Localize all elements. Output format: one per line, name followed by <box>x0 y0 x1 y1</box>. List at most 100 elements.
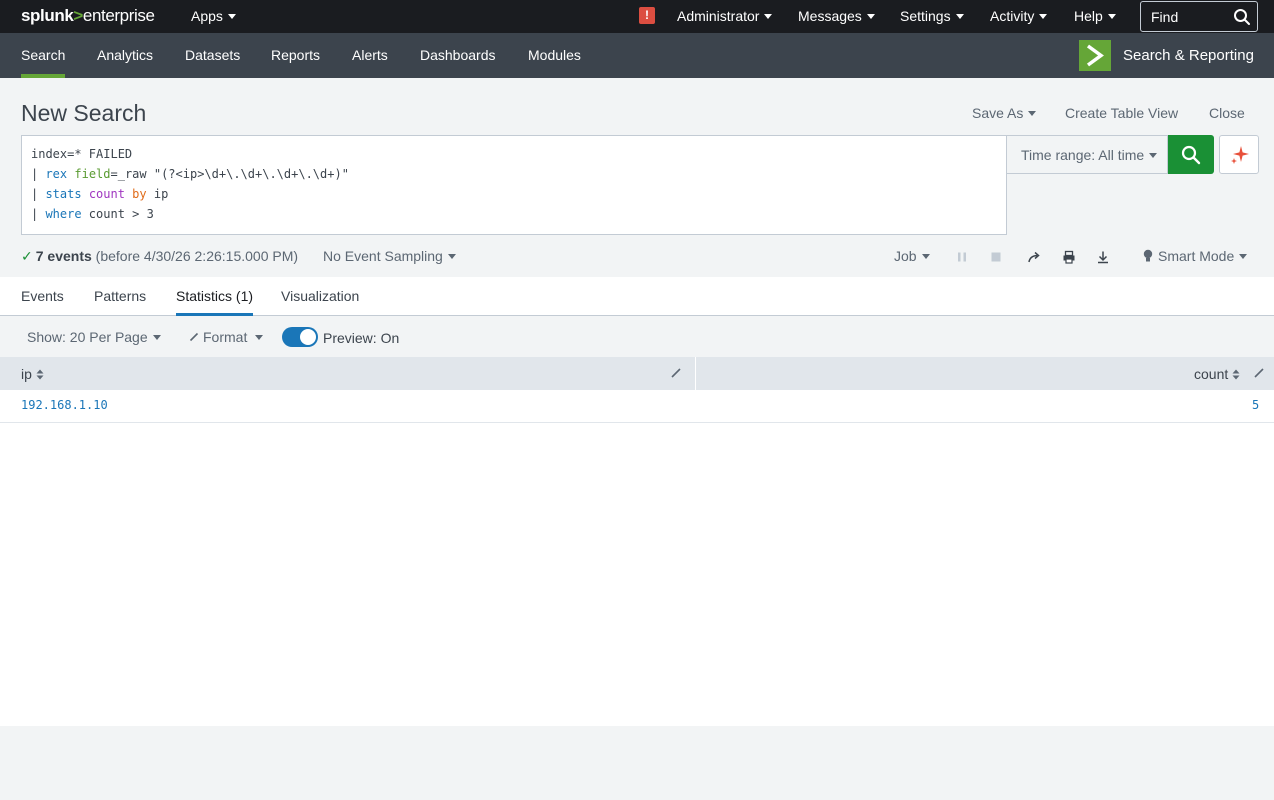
share-icon[interactable] <box>1026 249 1042 265</box>
lightbulb-icon <box>1143 249 1153 262</box>
pause-icon[interactable] <box>954 249 970 265</box>
query-command: stats <box>45 187 82 201</box>
query-line-1: index=* FAILED <box>31 147 133 161</box>
query-pipe: | <box>31 167 46 181</box>
sort-icon <box>1232 369 1240 380</box>
search-query-input[interactable]: index=* FAILED | rex field=_raw "(?<ip>\… <box>21 135 1007 235</box>
administrator-label: Administrator <box>677 8 760 24</box>
save-as-label: Save As <box>972 105 1024 121</box>
preview-toggle[interactable] <box>282 327 318 347</box>
create-table-view-button[interactable]: Create Table View <box>1065 105 1178 121</box>
cell-ip[interactable]: 192.168.1.10 <box>21 398 108 412</box>
per-page-menu[interactable]: Show: 20 Per Page <box>27 329 161 345</box>
toggle-knob <box>300 329 316 345</box>
app-logo-icon[interactable] <box>1079 40 1111 71</box>
app-nav-bar: Search Analytics Datasets Reports Alerts… <box>0 33 1274 78</box>
column-label: count <box>1194 366 1229 382</box>
nav-tab-analytics[interactable]: Analytics <box>97 47 153 63</box>
messages-menu[interactable]: Messages <box>798 8 875 24</box>
per-page-label: Show: 20 Per Page <box>27 329 148 345</box>
activity-menu[interactable]: Activity <box>990 8 1048 24</box>
caret-down-icon <box>255 335 264 340</box>
find-input[interactable]: Find <box>1140 1 1258 32</box>
app-name[interactable]: Search & Reporting <box>1123 47 1254 64</box>
job-label: Job <box>894 248 917 264</box>
apps-menu[interactable]: Apps <box>191 8 236 24</box>
event-count[interactable]: 7 events <box>36 248 92 264</box>
status-detail: (before 4/30/26 2:26:15.000 PM) <box>91 248 299 264</box>
query-line-3: | stats count by ip <box>31 185 997 205</box>
search-mode-menu[interactable]: Smart Mode <box>1142 248 1248 264</box>
help-menu[interactable]: Help <box>1074 8 1116 24</box>
query-text: ip <box>146 187 169 201</box>
pencil-icon <box>189 332 199 342</box>
nav-tab-modules[interactable]: Modules <box>528 47 581 63</box>
sparkle-icon <box>1231 146 1249 164</box>
query-function: count <box>88 187 125 201</box>
ai-assistant-button[interactable] <box>1219 135 1259 174</box>
format-label: Format <box>203 329 248 345</box>
check-icon: ✓ <box>21 248 33 264</box>
top-bar: splunk>enterprise Apps ! Administrator M… <box>0 0 1274 33</box>
caret-down-icon <box>955 14 964 19</box>
search-status: ✓ 7 events (before 4/30/26 2:26:15.000 PM… <box>21 248 298 265</box>
caret-down-icon <box>1039 14 1048 19</box>
nav-tab-reports[interactable]: Reports <box>271 47 320 63</box>
column-header-ip[interactable]: ip <box>21 366 44 382</box>
tab-patterns[interactable]: Patterns <box>94 288 146 304</box>
query-keyword: by <box>132 187 147 201</box>
results-tabs: Events Patterns Statistics (1) Visualiza… <box>0 277 1274 316</box>
event-sampling-menu[interactable]: No Event Sampling <box>323 248 456 264</box>
pencil-icon[interactable] <box>1253 367 1265 379</box>
nav-tab-alerts[interactable]: Alerts <box>352 47 388 63</box>
search-icon <box>1181 145 1201 165</box>
settings-menu[interactable]: Settings <box>900 8 964 24</box>
query-text: =_raw "(?<ip>\d+\.\d+\.\d+\.\d+)" <box>110 167 349 181</box>
search-icon[interactable] <box>1233 8 1251 26</box>
splunk-logo[interactable]: splunk>enterprise <box>21 6 155 26</box>
query-line-2: | rex field=_raw "(?<ip>\d+\.\d+\.\d+\.\… <box>31 165 997 185</box>
caret-down-icon <box>1149 153 1158 158</box>
format-menu[interactable]: Format <box>189 329 264 345</box>
time-range-picker[interactable]: Time range: All time <box>1007 135 1168 174</box>
nav-tab-dashboards[interactable]: Dashboards <box>420 47 496 63</box>
caret-down-icon <box>227 14 236 19</box>
search-mode-label: Smart Mode <box>1158 248 1235 264</box>
job-menu[interactable]: Job <box>894 248 930 264</box>
search-button[interactable] <box>1168 135 1214 174</box>
cell-count[interactable]: 5 <box>1252 398 1259 412</box>
alert-icon[interactable]: ! <box>639 7 655 24</box>
query-argument: field <box>74 167 111 181</box>
query-command: rex <box>45 167 68 181</box>
nav-tab-search[interactable]: Search <box>21 47 66 78</box>
table-header: ip count <box>0 357 1274 390</box>
logo-text: splunk <box>21 6 74 25</box>
download-icon[interactable] <box>1095 249 1111 265</box>
query-line-4: | where count > 3 <box>31 205 997 225</box>
query-text: count > 3 <box>81 207 154 221</box>
statistics-table: ip count 192.168.1.10 5 <box>0 357 1274 726</box>
logo-product: enterprise <box>82 6 155 25</box>
find-placeholder: Find <box>1151 9 1179 25</box>
save-as-menu[interactable]: Save As <box>972 105 1037 121</box>
preview-label: Preview: On <box>323 330 400 346</box>
caret-down-icon <box>447 254 456 259</box>
help-label: Help <box>1074 8 1103 24</box>
close-button[interactable]: Close <box>1209 105 1245 121</box>
tab-visualization[interactable]: Visualization <box>281 288 359 304</box>
pencil-icon[interactable] <box>670 367 682 379</box>
administrator-menu[interactable]: Administrator <box>677 8 773 24</box>
stop-icon[interactable] <box>988 249 1004 265</box>
tab-events[interactable]: Events <box>21 288 64 304</box>
caret-down-icon <box>152 335 161 340</box>
print-icon[interactable] <box>1061 249 1077 265</box>
query-pipe: | <box>31 207 46 221</box>
apps-label: Apps <box>191 8 223 24</box>
column-header-count[interactable]: count <box>1194 366 1240 382</box>
logo-chevron: > <box>73 6 83 25</box>
nav-tab-datasets[interactable]: Datasets <box>185 47 240 63</box>
caret-down-icon <box>921 254 930 259</box>
column-label: ip <box>21 366 32 382</box>
tab-statistics[interactable]: Statistics (1) <box>176 288 254 316</box>
time-range-label: Time range: All time <box>1021 147 1145 163</box>
